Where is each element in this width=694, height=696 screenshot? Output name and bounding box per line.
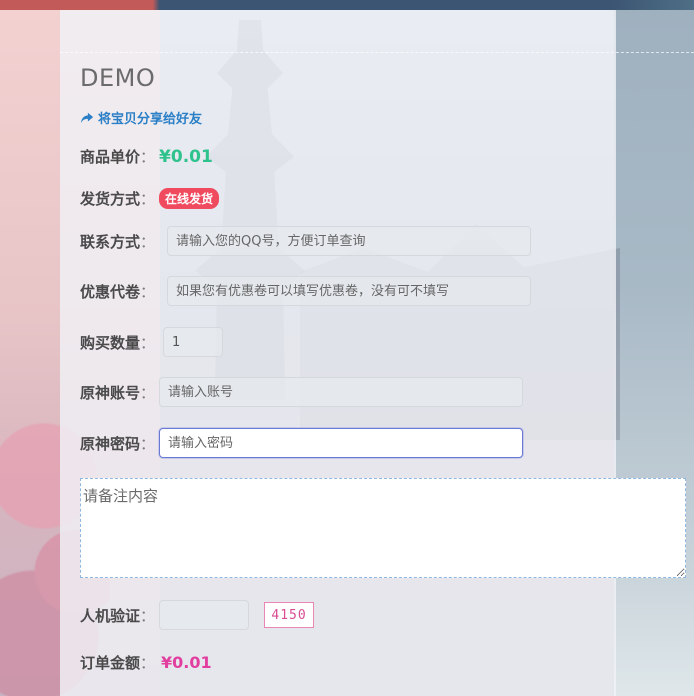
contact-input[interactable] [167,226,532,256]
account-input[interactable] [159,377,524,407]
order-total-value: ¥0.01 [161,653,212,672]
page-title: DEMO [80,64,156,92]
coupon-input[interactable] [167,276,532,306]
captcha-label: 人机验证： [80,606,156,625]
share-label: 将宝贝分享给好友 [98,112,203,127]
unit-price-value: ¥0.01 [159,146,213,167]
captcha-input[interactable] [159,600,250,630]
quantity-input[interactable] [163,327,224,357]
password-input[interactable] [159,428,524,458]
share-icon [80,112,94,123]
order-total-row: 订单金额： ¥0.01 [80,652,212,673]
quantity-row: 购买数量： [80,327,224,357]
share-link[interactable]: 将宝贝分享给好友 [80,108,202,127]
unit-price-row: 商品单价： ¥0.01 [80,146,213,167]
remark-textarea[interactable] [80,478,686,578]
order-form: DEMO 将宝贝分享给好友 商品单价： ¥0.01 发货方式： 在线发货 联系方… [0,0,694,696]
coupon-row: 优惠代卷： [80,276,532,306]
account-label: 原神账号： [80,383,156,402]
delivery-row: 发货方式： 在线发货 [80,188,220,209]
captcha-image[interactable]: 4150 [264,602,315,628]
coupon-label: 优惠代卷： [80,282,156,301]
captcha-row: 人机验证： 4150 [80,600,315,630]
unit-price-label: 商品单价： [80,148,156,166]
contact-row: 联系方式： [80,226,532,256]
contact-label: 联系方式： [80,232,156,251]
password-row: 原神密码： [80,428,524,458]
order-total-label: 订单金额： [80,654,156,672]
account-row: 原神账号： [80,377,524,407]
password-label: 原神密码： [80,434,156,453]
quantity-label: 购买数量： [80,333,156,352]
delivery-label: 发货方式： [80,190,156,208]
delivery-badge: 在线发货 [159,188,220,209]
